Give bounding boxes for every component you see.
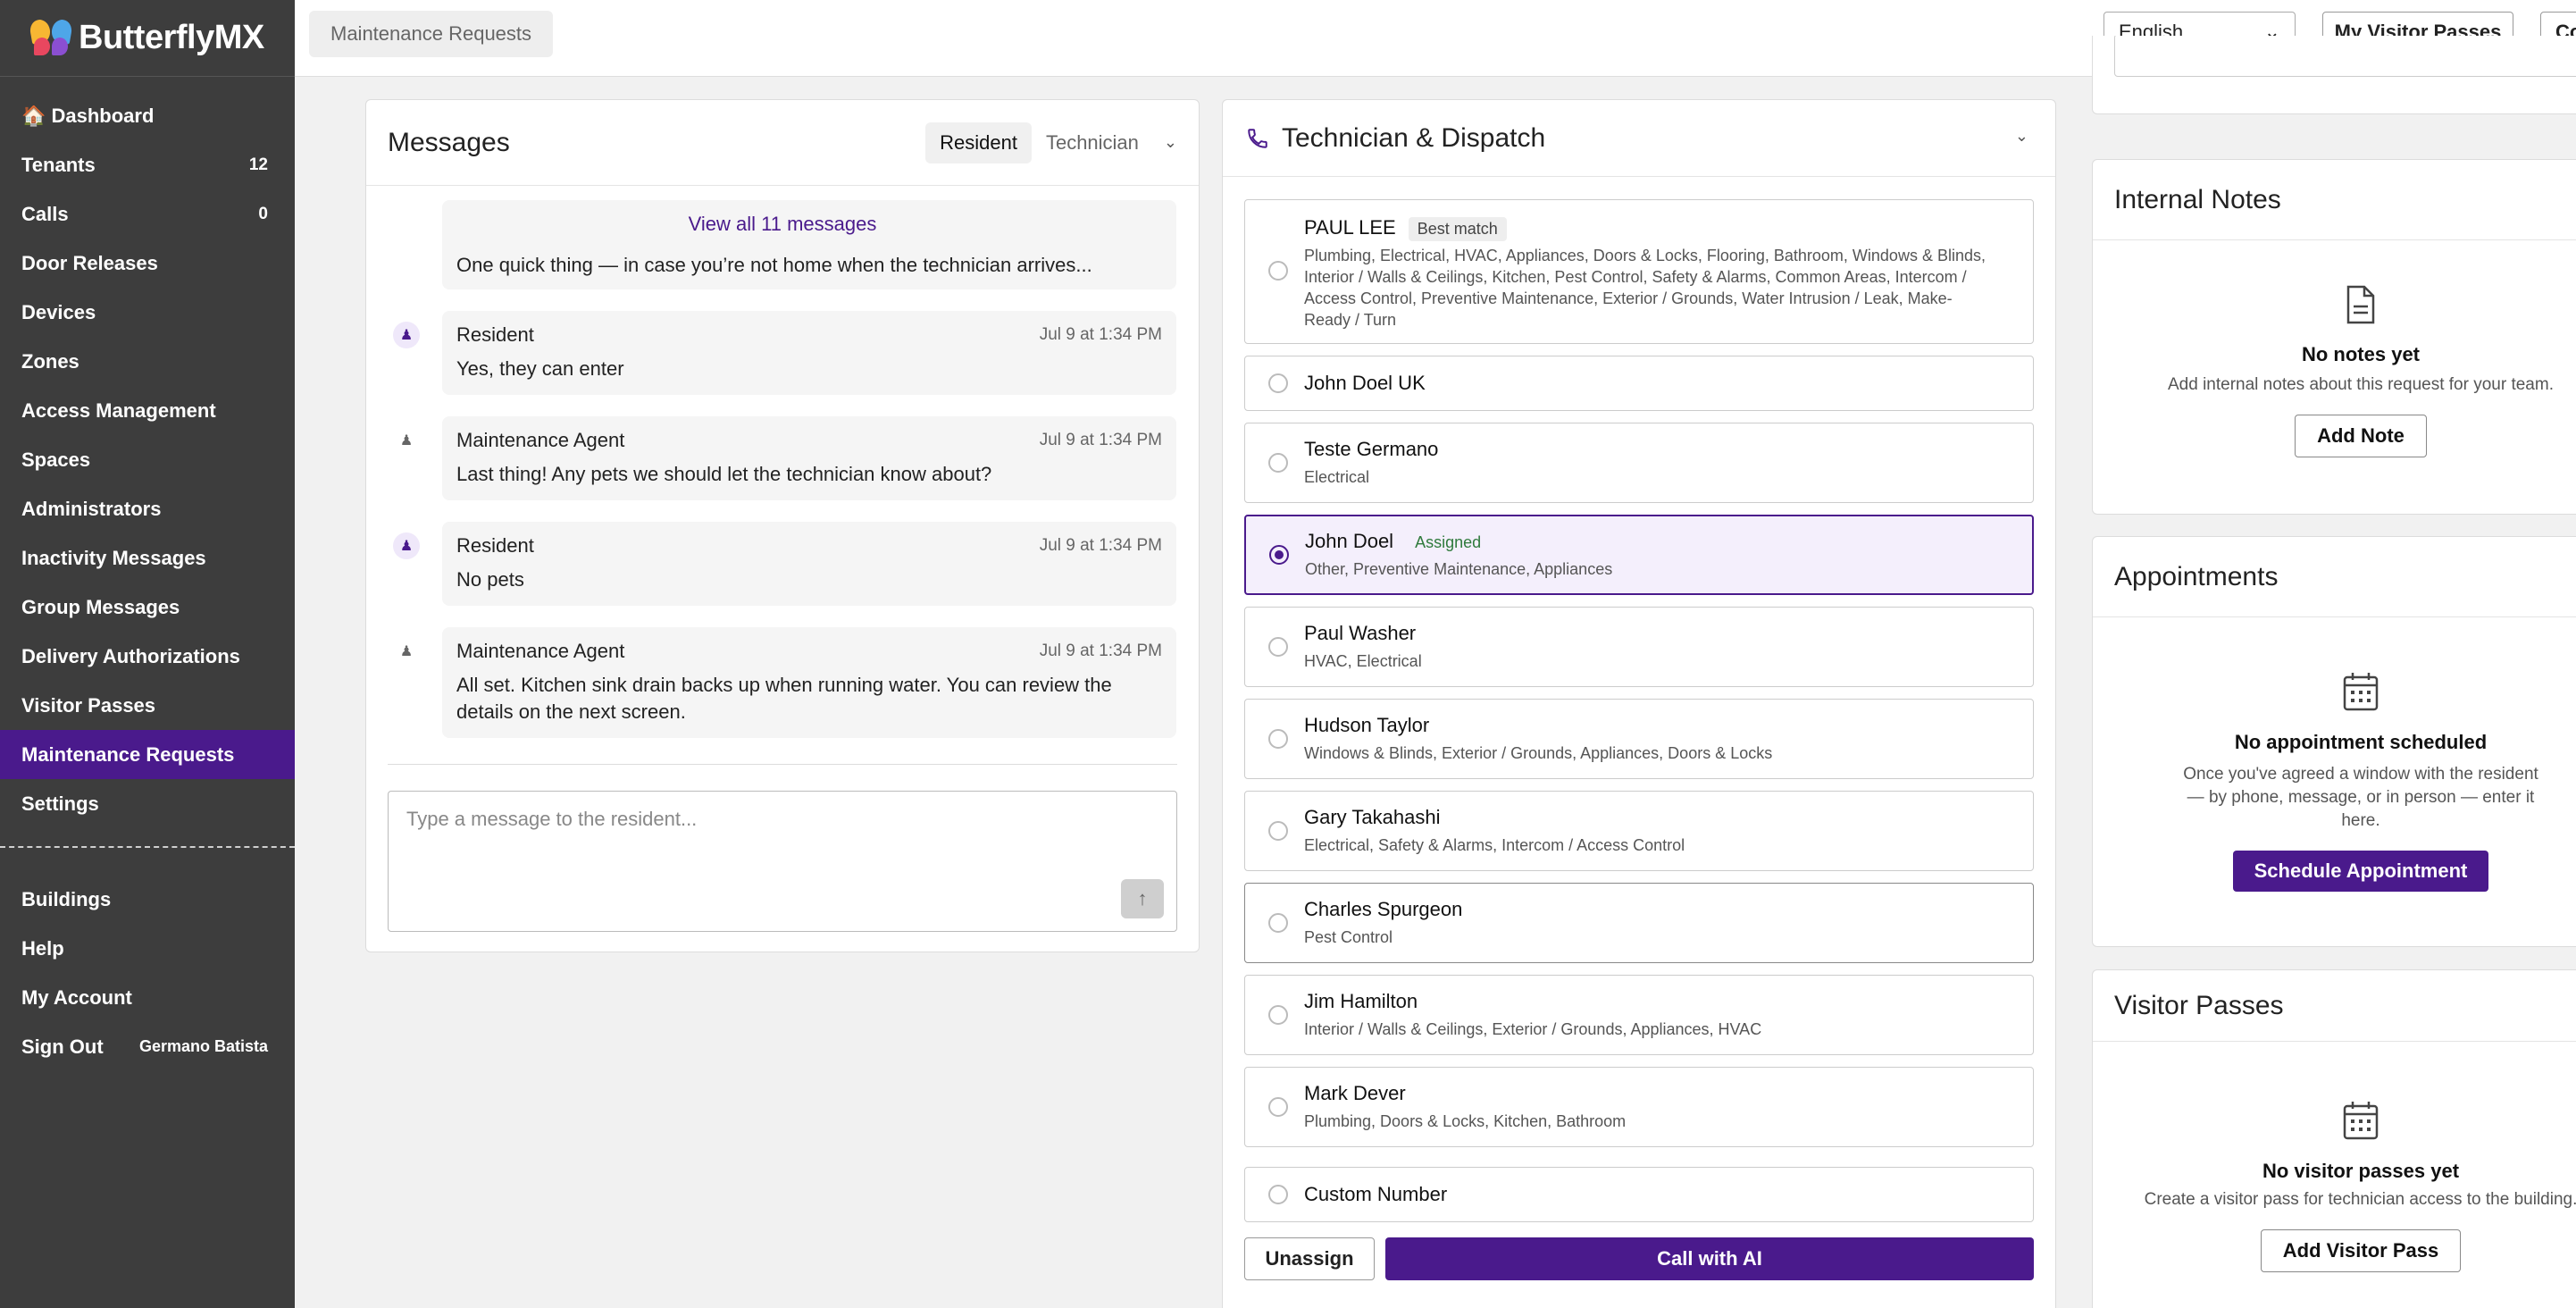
messages-header: Messages Resident Technician ⌄: [366, 100, 1199, 186]
compose-divider: [388, 764, 1177, 765]
technician-option-gary-takahashi[interactable]: Gary Takahashi Electrical, Safety & Alar…: [1244, 791, 2034, 871]
radio-button[interactable]: [1268, 453, 1288, 473]
breadcrumb[interactable]: Maintenance Requests: [309, 11, 554, 57]
sidebar-item-sign-out[interactable]: Sign Out Germano Batista: [0, 1022, 295, 1071]
technician-option-charles-spurgeon[interactable]: Charles Spurgeon Pest Control: [1244, 883, 2034, 963]
brand-name: ButterflyMX: [79, 19, 264, 56]
internal-notes-card: Internal Notes No notes yet Add internal…: [2092, 159, 2576, 515]
sidebar: ButterflyMX 🏠 Dashboard Tenants 12 Calls 0…: [0, 0, 295, 1308]
add-visitor-pass-button[interactable]: Add Visitor Pass: [2260, 1229, 2462, 1272]
message-input-placeholder: Type a message to the resident...: [406, 808, 698, 830]
sidebar-item-tenants[interactable]: Tenants 12: [0, 140, 295, 189]
radio-button[interactable]: [1268, 637, 1288, 657]
brand-logo[interactable]: ButterflyMX: [0, 0, 295, 77]
visitor-passes-card: Visitor Passes No visitor passes yet Cre…: [2092, 969, 2576, 1308]
calendar-icon: [2093, 671, 2576, 722]
appointments-card: Appointments No appointment scheduled On…: [2092, 536, 2576, 947]
view-all-messages-link[interactable]: View all 11 messages: [366, 213, 1199, 236]
add-note-button[interactable]: Add Note: [2295, 415, 2427, 457]
radio-button[interactable]: [1268, 1185, 1288, 1204]
sidebar-item-devices[interactable]: Devices: [0, 288, 295, 337]
technician-option-teste-germano[interactable]: Teste Germano Electrical: [1244, 423, 2034, 503]
dispatch-header[interactable]: Technician & Dispatch ⌄: [1223, 100, 2055, 177]
sidebar-item-zones[interactable]: Zones: [0, 337, 295, 386]
notes-empty-state: No notes yet Add internal notes about th…: [2093, 285, 2576, 457]
sidebar-nav: 🏠 Dashboard Tenants 12 Calls 0 Door Releas…: [0, 77, 295, 1071]
message-item: Maintenance Agent Jul 9 at 1:34 PM All s…: [442, 627, 1176, 738]
technician-option-custom-number[interactable]: Custom Number: [1244, 1167, 2034, 1222]
calls-count: 0: [258, 204, 268, 223]
technician-option-john-doel[interactable]: John Doel Assigned Other, Preventive Main…: [1244, 515, 2034, 595]
appointments-empty-state: No appointment scheduled Once you've agr…: [2093, 671, 2576, 892]
sidebar-item-buildings[interactable]: Buildings: [0, 875, 295, 924]
message-item: Resident Jul 9 at 1:34 PM Yes, they can …: [442, 311, 1176, 395]
calendar-icon: [2093, 1100, 2576, 1151]
unassign-button[interactable]: Unassign: [1244, 1237, 1375, 1280]
technician-option-paul-washer[interactable]: Paul Washer HVAC, Electrical: [1244, 607, 2034, 687]
radio-button[interactable]: [1268, 1005, 1288, 1025]
sidebar-item-maintenance-requests[interactable]: Maintenance Requests: [0, 730, 295, 779]
radio-button[interactable]: [1268, 913, 1288, 933]
visitor-passes-empty-state: No visitor passes yet Create a visitor p…: [2093, 1100, 2576, 1272]
butterfly-logo-icon: [28, 17, 74, 59]
sidebar-item-spaces[interactable]: Spaces: [0, 435, 295, 484]
send-button[interactable]: ↑: [1121, 879, 1164, 918]
message-item: Maintenance Agent Jul 9 at 1:34 PM Last …: [442, 416, 1176, 500]
sidebar-item-inactivity-messages[interactable]: Inactivity Messages: [0, 533, 295, 583]
chevron-down-icon[interactable]: ⌄: [1164, 133, 1177, 152]
assigned-badge: Assigned: [1415, 533, 1482, 551]
current-user-name: Germano Batista: [138, 1037, 268, 1055]
details-field[interactable]: [2114, 36, 2576, 77]
schedule-appointment-button[interactable]: Schedule Appointment: [2232, 851, 2489, 892]
agent-avatar-icon: ♟: [399, 433, 414, 449]
chevron-down-icon[interactable]: ⌄: [2015, 127, 2028, 146]
resident-avatar-icon: ♟: [393, 322, 420, 348]
radio-button[interactable]: [1268, 729, 1288, 749]
message-item: Resident Jul 9 at 1:34 PM No pets: [442, 522, 1176, 606]
radio-button[interactable]: [1268, 821, 1288, 841]
agent-avatar-icon: ♟: [399, 644, 414, 659]
sidebar-item-access-management[interactable]: Access Management: [0, 386, 295, 435]
sidebar-item-help[interactable]: Help: [0, 924, 295, 973]
messages-card: Messages Resident Technician ⌄ One quick…: [365, 99, 1200, 952]
sidebar-item-door-releases[interactable]: Door Releases: [0, 239, 295, 288]
request-details-card: [2092, 36, 2576, 114]
tenants-count: 12: [248, 155, 268, 174]
call-with-ai-button[interactable]: Call with AI: [1385, 1237, 2034, 1280]
tab-technician[interactable]: Technician: [1032, 122, 1153, 164]
best-match-badge: Best match: [1408, 217, 1507, 241]
radio-button-selected[interactable]: [1269, 545, 1289, 565]
sidebar-item-group-messages[interactable]: Group Messages: [0, 583, 295, 632]
sidebar-item-calls[interactable]: Calls 0: [0, 189, 295, 239]
radio-button[interactable]: [1268, 1097, 1288, 1117]
dispatch-title: Technician & Dispatch: [1282, 122, 1546, 153]
message-input[interactable]: Type a message to the resident... ↑: [388, 791, 1177, 932]
sidebar-item-settings[interactable]: Settings: [0, 779, 295, 828]
sidebar-item-visitor-passes[interactable]: Visitor Passes: [0, 681, 295, 730]
technician-option-john-doel-uk[interactable]: John Doel UK: [1244, 356, 2034, 411]
sidebar-item-administrators[interactable]: Administrators: [0, 484, 295, 533]
document-icon: [2093, 285, 2576, 334]
appointments-title: Appointments: [2093, 537, 2576, 617]
arrow-up-icon: ↑: [1137, 887, 1148, 910]
sidebar-item-dashboard[interactable]: 🏠 Dashboard: [0, 91, 295, 140]
technician-option-mark-dever[interactable]: Mark Dever Plumbing, Doors & Locks, Kitc…: [1244, 1067, 2034, 1147]
message-list[interactable]: One quick thing — in case you’re not hom…: [366, 186, 1199, 767]
technician-option-paul-lee[interactable]: PAUL LEE Best match Plumbing, Electrical,…: [1244, 199, 2034, 344]
resident-avatar-icon: ♟: [393, 532, 420, 559]
tab-resident[interactable]: Resident: [925, 122, 1032, 164]
sidebar-divider: [0, 846, 295, 848]
radio-button[interactable]: [1268, 373, 1288, 393]
phone-icon: [1248, 128, 1267, 148]
messages-title: Messages: [388, 127, 510, 157]
sidebar-item-delivery-authorizations[interactable]: Delivery Authorizations: [0, 632, 295, 681]
technician-option-jim-hamilton[interactable]: Jim Hamilton Interior / Walls & Ceilings…: [1244, 975, 2034, 1055]
messages-audience-toggle: Resident Technician ⌄: [925, 122, 1177, 164]
dispatch-card: Technician & Dispatch ⌄ PAUL LEE Best mat…: [1222, 99, 2056, 1308]
sidebar-item-my-account[interactable]: My Account: [0, 973, 295, 1022]
radio-button[interactable]: [1268, 261, 1288, 281]
internal-notes-title: Internal Notes: [2093, 160, 2576, 240]
visitor-passes-title: Visitor Passes: [2093, 970, 2576, 1042]
technician-option-hudson-taylor[interactable]: Hudson Taylor Windows & Blinds, Exterior…: [1244, 699, 2034, 779]
